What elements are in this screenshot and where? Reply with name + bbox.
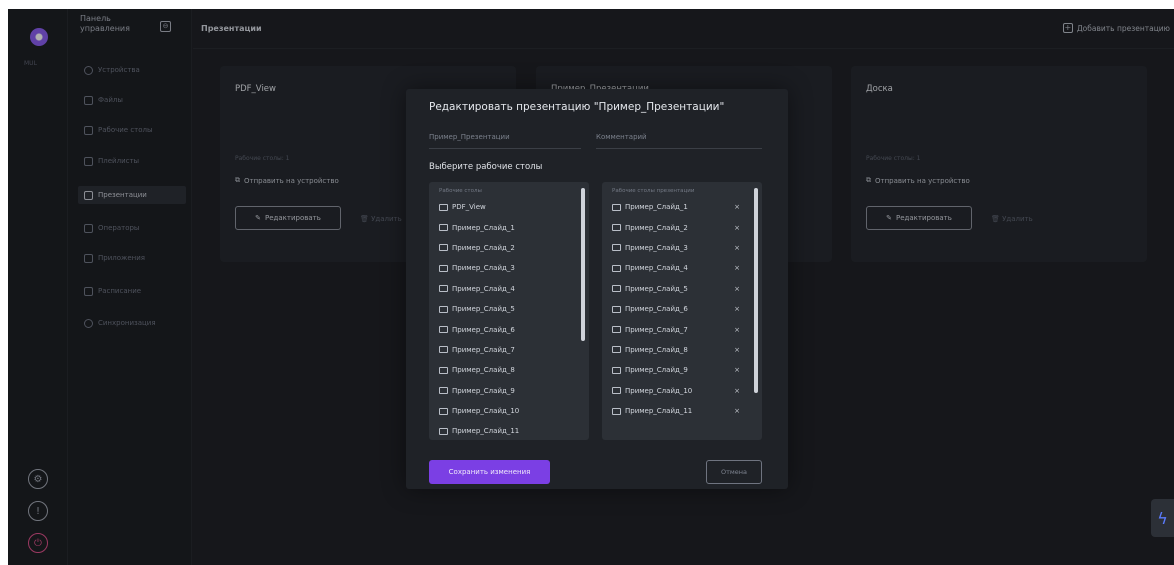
remove-icon[interactable]: × (734, 387, 740, 395)
list-item[interactable]: Пример_Слайд_1 × (602, 197, 762, 217)
desktop-name: Пример_Слайд_5 (625, 284, 688, 293)
scrollbar[interactable] (581, 188, 585, 341)
list-item[interactable]: Пример_Слайд_11 (429, 421, 589, 440)
desktop-name: Пример_Слайд_10 (452, 407, 520, 416)
list-item[interactable]: Пример_Слайд_7 × (602, 319, 762, 339)
comment-placeholder: Комментарий (596, 133, 647, 141)
selected-rows: Пример_Слайд_1 × Пример_Слайд_2 × Пример_Сла… (602, 197, 762, 421)
app-window: MUL ⚙ ! ⏻ Панель управления ⊖ Устройства… (8, 9, 1174, 565)
list-item[interactable]: Пример_Слайд_9 × (602, 360, 762, 380)
remove-icon[interactable]: × (734, 326, 740, 334)
monitor-icon (439, 366, 448, 374)
desktop-name: Пример_Слайд_11 (452, 427, 520, 436)
desktop-name: Пример_Слайд_9 (625, 366, 688, 375)
remove-icon[interactable]: × (734, 366, 740, 374)
desktop-name: Пример_Слайд_4 (625, 264, 688, 273)
desktop-name: Пример_Слайд_1 (625, 203, 688, 212)
desktop-name: Пример_Слайд_6 (625, 305, 688, 314)
remove-icon[interactable]: × (734, 407, 740, 415)
desktop-name: Пример_Слайд_8 (625, 345, 688, 354)
dialog-title: Редактировать презентацию "Пример_Презен… (429, 101, 725, 113)
list-header: Рабочие столы (439, 188, 482, 194)
monitor-icon (439, 305, 448, 313)
scrollbar[interactable] (754, 188, 758, 393)
monitor-icon (612, 244, 621, 252)
monitor-icon (439, 264, 448, 272)
list-item[interactable]: Пример_Слайд_4 × (602, 258, 762, 278)
monitor-icon (439, 224, 448, 232)
available-desktops-list[interactable]: Рабочие столы PDF_View Пример_Слайд_1 Прим… (429, 182, 589, 440)
desktop-name: Пример_Слайд_2 (625, 223, 688, 232)
monitor-icon (612, 224, 621, 232)
desktop-name: Пример_Слайд_6 (452, 325, 515, 334)
comment-field[interactable]: Комментарий (596, 131, 762, 149)
desktop-name: Пример_Слайд_9 (452, 386, 515, 395)
monitor-icon (439, 387, 448, 395)
list-item[interactable]: Пример_Слайд_1 (429, 217, 589, 237)
name-value: Пример_Презентации (429, 133, 510, 141)
selected-desktops-list[interactable]: Рабочие столы презентации Пример_Слайд_1… (602, 182, 762, 440)
select-desktops-title: Выберите рабочие столы (429, 162, 543, 172)
list-item[interactable]: Пример_Слайд_6 (429, 319, 589, 339)
desktop-name: Пример_Слайд_11 (625, 407, 693, 416)
list-item[interactable]: PDF_View (429, 197, 589, 217)
desktop-name: Пример_Слайд_7 (452, 345, 515, 354)
monitor-icon (612, 264, 621, 272)
monitor-icon (612, 346, 621, 354)
list-item[interactable]: Пример_Слайд_5 (429, 299, 589, 319)
list-item[interactable]: Пример_Слайд_8 × (602, 340, 762, 360)
list-item[interactable]: Пример_Слайд_10 × (602, 381, 762, 401)
desktop-name: Пример_Слайд_3 (452, 264, 515, 273)
monitor-icon (612, 366, 621, 374)
remove-icon[interactable]: × (734, 224, 740, 232)
desktop-name: Пример_Слайд_5 (452, 305, 515, 314)
monitor-icon (439, 427, 448, 435)
available-rows: PDF_View Пример_Слайд_1 Пример_Слайд_2 Прим… (429, 197, 589, 440)
remove-icon[interactable]: × (734, 285, 740, 293)
desktop-name: PDF_View (452, 203, 486, 212)
desktop-name: Пример_Слайд_4 (452, 284, 515, 293)
list-item[interactable]: Пример_Слайд_2 × (602, 217, 762, 237)
remove-icon[interactable]: × (734, 203, 740, 211)
desktop-name: Пример_Слайд_10 (625, 386, 693, 395)
monitor-icon (439, 346, 448, 354)
save-changes-button[interactable]: Сохранить изменения (429, 460, 550, 484)
desktop-name: Пример_Слайд_1 (452, 223, 515, 232)
monitor-icon (612, 305, 621, 313)
list-item[interactable]: Пример_Слайд_2 (429, 238, 589, 258)
desktop-name: Пример_Слайд_2 (452, 243, 515, 252)
monitor-icon (612, 285, 621, 293)
list-item[interactable]: Пример_Слайд_3 × (602, 238, 762, 258)
monitor-icon (612, 203, 621, 211)
list-item[interactable]: Пример_Слайд_11 × (602, 401, 762, 421)
monitor-icon (612, 326, 621, 334)
monitor-icon (439, 407, 448, 415)
list-item[interactable]: Пример_Слайд_9 (429, 381, 589, 401)
remove-icon[interactable]: × (734, 244, 740, 252)
list-item[interactable]: Пример_Слайд_10 (429, 401, 589, 421)
name-field[interactable]: Пример_Презентации (429, 131, 581, 149)
lightning-icon[interactable]: ϟ (1151, 499, 1174, 537)
desktop-name: Пример_Слайд_8 (452, 366, 515, 375)
edit-presentation-dialog: Редактировать презентацию "Пример_Презен… (406, 89, 788, 489)
remove-icon[interactable]: × (734, 346, 740, 354)
remove-icon[interactable]: × (734, 264, 740, 272)
list-item[interactable]: Пример_Слайд_7 (429, 340, 589, 360)
list-item[interactable]: Пример_Слайд_6 × (602, 299, 762, 319)
desktop-name: Пример_Слайд_3 (625, 243, 688, 252)
monitor-icon (439, 203, 448, 211)
list-item[interactable]: Пример_Слайд_4 (429, 279, 589, 299)
monitor-icon (439, 285, 448, 293)
cancel-button[interactable]: Отмена (706, 460, 762, 484)
desktop-name: Пример_Слайд_7 (625, 325, 688, 334)
list-item[interactable]: Пример_Слайд_3 (429, 258, 589, 278)
monitor-icon (439, 326, 448, 334)
monitor-icon (612, 387, 621, 395)
monitor-icon (439, 244, 448, 252)
monitor-icon (612, 407, 621, 415)
list-header: Рабочие столы презентации (612, 188, 695, 194)
list-item[interactable]: Пример_Слайд_8 (429, 360, 589, 380)
remove-icon[interactable]: × (734, 305, 740, 313)
list-item[interactable]: Пример_Слайд_5 × (602, 279, 762, 299)
